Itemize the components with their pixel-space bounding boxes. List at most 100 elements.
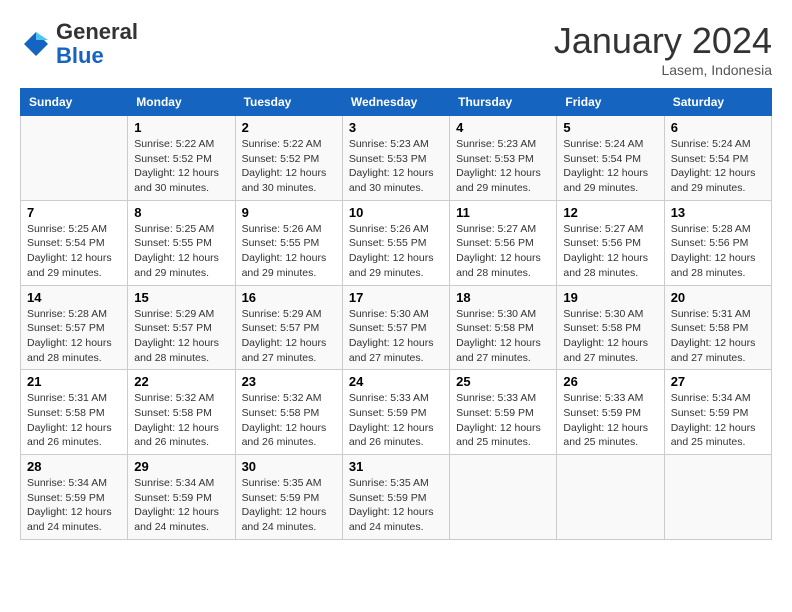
day-number: 11 [456, 205, 550, 220]
calendar-cell: 30 Sunrise: 5:35 AM Sunset: 5:59 PM Dayli… [235, 455, 342, 540]
calendar-cell: 16 Sunrise: 5:29 AM Sunset: 5:57 PM Dayli… [235, 285, 342, 370]
day-info: Sunrise: 5:29 AM Sunset: 5:57 PM Dayligh… [242, 307, 336, 366]
day-info: Sunrise: 5:34 AM Sunset: 5:59 PM Dayligh… [134, 476, 228, 535]
day-number: 6 [671, 120, 765, 135]
day-info: Sunrise: 5:32 AM Sunset: 5:58 PM Dayligh… [134, 391, 228, 450]
day-number: 23 [242, 374, 336, 389]
day-info: Sunrise: 5:24 AM Sunset: 5:54 PM Dayligh… [563, 137, 657, 196]
day-number: 4 [456, 120, 550, 135]
day-number: 18 [456, 290, 550, 305]
calendar-cell: 24 Sunrise: 5:33 AM Sunset: 5:59 PM Dayli… [342, 370, 449, 455]
day-number: 29 [134, 459, 228, 474]
calendar-cell: 2 Sunrise: 5:22 AM Sunset: 5:52 PM Daylig… [235, 116, 342, 201]
day-number: 8 [134, 205, 228, 220]
day-number: 26 [563, 374, 657, 389]
day-info: Sunrise: 5:22 AM Sunset: 5:52 PM Dayligh… [134, 137, 228, 196]
calendar-cell: 18Sunrise: 5:30 AM Sunset: 5:58 PM Dayli… [450, 285, 557, 370]
day-info: Sunrise: 5:28 AM Sunset: 5:57 PM Dayligh… [27, 307, 121, 366]
day-number: 21 [27, 374, 121, 389]
day-number: 24 [349, 374, 443, 389]
calendar-cell: 17 Sunrise: 5:30 AM Sunset: 5:57 PM Dayli… [342, 285, 449, 370]
calendar-cell: 6 Sunrise: 5:24 AM Sunset: 5:54 PM Daylig… [664, 116, 771, 201]
day-info: Sunrise: 5:28 AM Sunset: 5:56 PM Dayligh… [671, 222, 765, 281]
calendar-cell: 23Sunrise: 5:32 AM Sunset: 5:58 PM Dayli… [235, 370, 342, 455]
day-info: Sunrise: 5:35 AM Sunset: 5:59 PM Dayligh… [242, 476, 336, 535]
calendar-cell: 22Sunrise: 5:32 AM Sunset: 5:58 PM Dayli… [128, 370, 235, 455]
weekday-header-friday: Friday [557, 89, 664, 116]
page-header: General Blue January 2024 Lasem, Indones… [20, 20, 772, 78]
calendar-cell: 31 Sunrise: 5:35 AM Sunset: 5:59 PM Dayli… [342, 455, 449, 540]
day-info: Sunrise: 5:33 AM Sunset: 5:59 PM Dayligh… [563, 391, 657, 450]
day-info: Sunrise: 5:30 AM Sunset: 5:57 PM Dayligh… [349, 307, 443, 366]
calendar-table: SundayMondayTuesdayWednesdayThursdayFrid… [20, 88, 772, 540]
calendar-cell: 4Sunrise: 5:23 AM Sunset: 5:53 PM Daylig… [450, 116, 557, 201]
day-number: 10 [349, 205, 443, 220]
calendar-week-1: 1 Sunrise: 5:22 AM Sunset: 5:52 PM Daylig… [21, 116, 772, 201]
day-info: Sunrise: 5:25 AM Sunset: 5:55 PM Dayligh… [134, 222, 228, 281]
day-info: Sunrise: 5:23 AM Sunset: 5:53 PM Dayligh… [349, 137, 443, 196]
day-number: 3 [349, 120, 443, 135]
day-number: 12 [563, 205, 657, 220]
logo-general: General [56, 19, 138, 44]
day-number: 15 [134, 290, 228, 305]
calendar-cell: 8 Sunrise: 5:25 AM Sunset: 5:55 PM Daylig… [128, 200, 235, 285]
calendar-cell: 11 Sunrise: 5:27 AM Sunset: 5:56 PM Dayli… [450, 200, 557, 285]
weekday-header-saturday: Saturday [664, 89, 771, 116]
calendar-cell: 19Sunrise: 5:30 AM Sunset: 5:58 PM Dayli… [557, 285, 664, 370]
calendar-week-2: 7Sunrise: 5:25 AM Sunset: 5:54 PM Daylig… [21, 200, 772, 285]
day-info: Sunrise: 5:27 AM Sunset: 5:56 PM Dayligh… [456, 222, 550, 281]
day-info: Sunrise: 5:27 AM Sunset: 5:56 PM Dayligh… [563, 222, 657, 281]
day-number: 31 [349, 459, 443, 474]
calendar-cell: 29 Sunrise: 5:34 AM Sunset: 5:59 PM Dayli… [128, 455, 235, 540]
day-number: 1 [134, 120, 228, 135]
weekday-header-row: SundayMondayTuesdayWednesdayThursdayFrid… [21, 89, 772, 116]
calendar-cell: 9 Sunrise: 5:26 AM Sunset: 5:55 PM Daylig… [235, 200, 342, 285]
calendar-cell: 1 Sunrise: 5:22 AM Sunset: 5:52 PM Daylig… [128, 116, 235, 201]
title-section: January 2024 Lasem, Indonesia [554, 20, 772, 78]
day-info: Sunrise: 5:26 AM Sunset: 5:55 PM Dayligh… [349, 222, 443, 281]
day-info: Sunrise: 5:30 AM Sunset: 5:58 PM Dayligh… [563, 307, 657, 366]
day-number: 28 [27, 459, 121, 474]
logo-blue: Blue [56, 43, 104, 68]
day-info: Sunrise: 5:33 AM Sunset: 5:59 PM Dayligh… [456, 391, 550, 450]
day-info: Sunrise: 5:34 AM Sunset: 5:59 PM Dayligh… [671, 391, 765, 450]
calendar-cell: 14 Sunrise: 5:28 AM Sunset: 5:57 PM Dayli… [21, 285, 128, 370]
day-info: Sunrise: 5:35 AM Sunset: 5:59 PM Dayligh… [349, 476, 443, 535]
day-number: 13 [671, 205, 765, 220]
calendar-cell: 7Sunrise: 5:25 AM Sunset: 5:54 PM Daylig… [21, 200, 128, 285]
calendar-cell [21, 116, 128, 201]
logo-icon [20, 28, 52, 60]
day-number: 17 [349, 290, 443, 305]
day-info: Sunrise: 5:33 AM Sunset: 5:59 PM Dayligh… [349, 391, 443, 450]
weekday-header-monday: Monday [128, 89, 235, 116]
day-number: 9 [242, 205, 336, 220]
weekday-header-wednesday: Wednesday [342, 89, 449, 116]
logo: General Blue [20, 20, 138, 68]
logo-text: General Blue [56, 20, 138, 68]
calendar-cell [664, 455, 771, 540]
weekday-header-thursday: Thursday [450, 89, 557, 116]
day-number: 7 [27, 205, 121, 220]
day-number: 5 [563, 120, 657, 135]
calendar-cell: 27 Sunrise: 5:34 AM Sunset: 5:59 PM Dayli… [664, 370, 771, 455]
calendar-cell: 28 Sunrise: 5:34 AM Sunset: 5:59 PM Dayli… [21, 455, 128, 540]
day-info: Sunrise: 5:24 AM Sunset: 5:54 PM Dayligh… [671, 137, 765, 196]
day-info: Sunrise: 5:26 AM Sunset: 5:55 PM Dayligh… [242, 222, 336, 281]
day-number: 2 [242, 120, 336, 135]
day-number: 16 [242, 290, 336, 305]
day-info: Sunrise: 5:31 AM Sunset: 5:58 PM Dayligh… [27, 391, 121, 450]
weekday-header-tuesday: Tuesday [235, 89, 342, 116]
calendar-cell: 20Sunrise: 5:31 AM Sunset: 5:58 PM Dayli… [664, 285, 771, 370]
calendar-cell [557, 455, 664, 540]
day-info: Sunrise: 5:34 AM Sunset: 5:59 PM Dayligh… [27, 476, 121, 535]
day-info: Sunrise: 5:31 AM Sunset: 5:58 PM Dayligh… [671, 307, 765, 366]
day-info: Sunrise: 5:22 AM Sunset: 5:52 PM Dayligh… [242, 137, 336, 196]
calendar-cell: 5 Sunrise: 5:24 AM Sunset: 5:54 PM Daylig… [557, 116, 664, 201]
day-info: Sunrise: 5:29 AM Sunset: 5:57 PM Dayligh… [134, 307, 228, 366]
day-number: 30 [242, 459, 336, 474]
calendar-cell: 3 Sunrise: 5:23 AM Sunset: 5:53 PM Daylig… [342, 116, 449, 201]
calendar-cell: 21 Sunrise: 5:31 AM Sunset: 5:58 PM Dayli… [21, 370, 128, 455]
day-number: 27 [671, 374, 765, 389]
calendar-week-4: 21 Sunrise: 5:31 AM Sunset: 5:58 PM Dayli… [21, 370, 772, 455]
day-number: 14 [27, 290, 121, 305]
